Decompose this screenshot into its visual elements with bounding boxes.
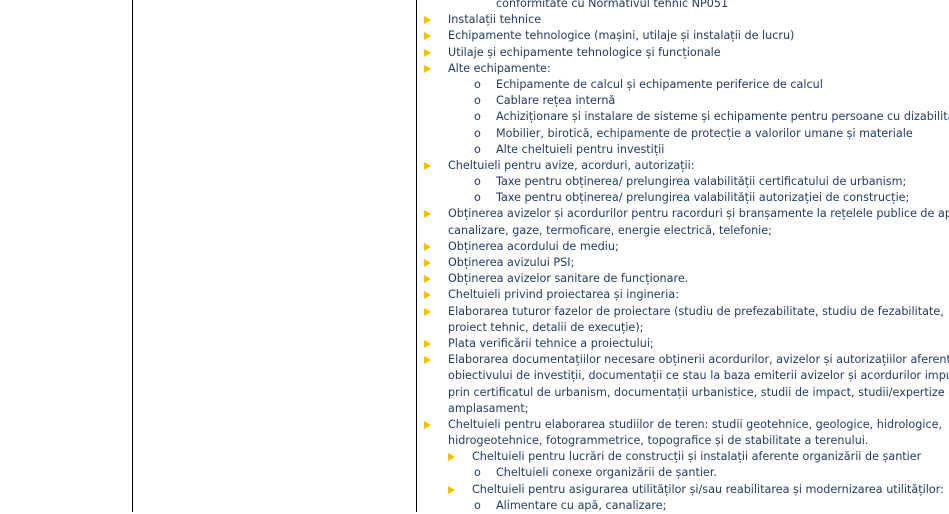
list-item: Instalații tehnice [424,12,949,28]
list-item-text: Cheltuieli pentru elaborarea studiilor d… [448,417,943,431]
list-item-text: Elaborarea tuturor fazelor de proiectare… [448,304,944,318]
list-item: Obținerea avizelor și acordurilor pentru… [424,206,949,222]
list-item: o Achiziționare și instalare de sisteme ș… [424,109,949,125]
list-item: Cheltuieli privind proiectarea și ingine… [424,287,949,303]
circle-bullet-icon: o [474,77,481,91]
list-item-text: Cheltuieli pentru avize, acorduri, autor… [448,158,695,172]
list-item-continuation: canalizare, gaze, termoficare, energie e… [424,223,949,239]
circle-bullet-icon: o [474,191,481,205]
circle-bullet-icon: o [474,110,481,124]
bullet-arrow-icon [424,259,431,267]
bullet-arrow-icon [424,339,431,348]
list-item: o Cheltuieli conexe organizării de șantie… [424,465,949,481]
circle-bullet-icon: o [474,466,481,480]
list-item: Obținerea avizelor sanitare de funcționa… [424,271,949,287]
list-item-text: Echipamente tehnologice (mașini, utilaje… [448,29,795,43]
table-border-middle [416,0,417,512]
list-item: Cheltuieli pentru avize, acorduri, autor… [424,158,949,174]
list-item-text: Cheltuieli pentru lucrări de construcții… [472,450,922,464]
list-item: o Echipamente de calcul și echipamente pe… [424,77,949,93]
list-item-continuation: prin certificatul de urbanism, documenta… [424,385,949,401]
bullet-arrow-icon [424,275,431,284]
list-item: Plata verificării tehnice a proiectului; [424,336,949,352]
circle-bullet-icon: o [474,175,481,189]
list-item-text: amplasament; [448,401,529,415]
list-item-text: Echipamente de calcul și echipamente per… [496,77,823,91]
list-item: Cheltuieli pentru elaborarea studiilor d… [424,417,949,433]
list-item-text: hidrogeotehnice, fotogrammetrice, topogr… [448,434,869,448]
list-item-text: conformitate cu Normativul tehnic NP051 [496,0,729,10]
circle-bullet-icon: o [474,94,481,108]
list-item-text: canalizare, gaze, termoficare, energie e… [448,223,772,237]
bullet-arrow-icon [424,64,431,73]
list-item: Utilaje și echipamente tehnologice și fu… [424,45,949,61]
bullet-arrow-icon [424,307,431,316]
list-item-text: Obținerea avizelor și acordurilor pentru… [448,207,949,221]
list-item-continuation: proiect tehnic, detalii de execuție); [424,320,949,336]
list-item: o Taxe pentru obținerea/ prelungirea vala… [424,190,949,206]
list-item: o Taxe pentru obținerea/ prelungirea vala… [424,174,949,190]
bullet-arrow-icon [424,32,431,41]
list-item-continuation: amplasament; [424,401,949,417]
bullet-arrow-icon [424,210,431,219]
bullet-arrow-icon [448,485,455,494]
list-item: Alte echipamente: [424,61,949,77]
list-item-text: Obținerea avizului PSI; [448,256,575,269]
list-item-text: Mobilier, birotică, echipamente de prote… [496,126,913,140]
bullet-arrow-icon [424,356,431,365]
list-item: Obținerea acordului de mediu; [424,239,949,255]
list-item-text: Taxe pentru obținerea/ prelungirea valab… [496,175,907,189]
list-item-text: Taxe pentru obținerea/ prelungirea valab… [496,191,910,205]
bullet-arrow-icon [424,291,431,300]
bullet-arrow-icon [424,420,431,429]
list-item-text: Elaborarea documentațiilor necesare obți… [448,353,949,367]
bullet-arrow-icon [448,453,455,462]
list-item-text: Plata verificării tehnice a proiectului; [448,336,654,350]
list-item: Cheltuieli pentru lucrări de construcții… [424,449,949,465]
list-item-continuation: hidrogeotehnice, fotogrammetrice, topogr… [424,433,949,449]
list-item-text: Utilaje și echipamente tehnologice și fu… [448,45,721,59]
list-item-text: Cheltuieli conexe organizării de șantier… [496,466,717,480]
list-item-text: Obținerea avizelor sanitare de funcționa… [448,272,689,286]
list-item-text: Alte echipamente: [448,61,551,75]
list-item: Elaborarea documentațiilor necesare obți… [424,352,949,368]
list-item-continuation: obiectivului de investiții, documentații… [424,368,949,384]
bullet-arrow-icon [424,48,431,57]
list-item: o Mobilier, birotică, echipamente de prot… [424,126,949,142]
list-item-text: Achiziționare și instalare de sisteme și… [496,110,949,124]
list-item: o Alte cheltuieli pentru investiții [424,142,949,158]
list-item-text: proiect tehnic, detalii de execuție); [448,320,644,334]
list-item-text: obiectivului de investiții, documentații… [448,369,949,383]
table-border-left [132,0,133,512]
list-item: o Cablare rețea internă [424,93,949,109]
list-item-text: Cheltuieli pentru asigurarea utilitățilo… [472,482,944,496]
list-item-text: Obținerea acordului de mediu; [448,239,619,253]
list-item: conformitate cu Normativul tehnic NP051 [424,0,949,12]
bullet-arrow-icon [424,16,431,25]
circle-bullet-icon: o [474,126,481,140]
document-list: conformitate cu Normativul tehnic NP051 … [424,0,949,514]
bullet-arrow-icon [424,161,431,170]
list-item-text: Instalații tehnice [448,13,542,27]
list-item-text: Cablare rețea internă [496,94,616,108]
list-item-text: Alte cheltuieli pentru investiții [496,142,665,156]
circle-bullet-icon: o [474,142,481,156]
list-item: Elaborarea tuturor fazelor de proiectare… [424,304,949,320]
list-item-text: Cheltuieli privind proiectarea și ingine… [448,288,679,302]
list-item: Obținerea avizului PSI; [424,255,949,271]
list-item: Cheltuieli pentru asigurarea utilitățilo… [424,482,949,498]
list-item: Echipamente tehnologice (mașini, utilaje… [424,28,949,44]
bullet-arrow-icon [424,242,431,251]
list-item-text: prin certificatul de urbanism, documenta… [448,385,949,399]
